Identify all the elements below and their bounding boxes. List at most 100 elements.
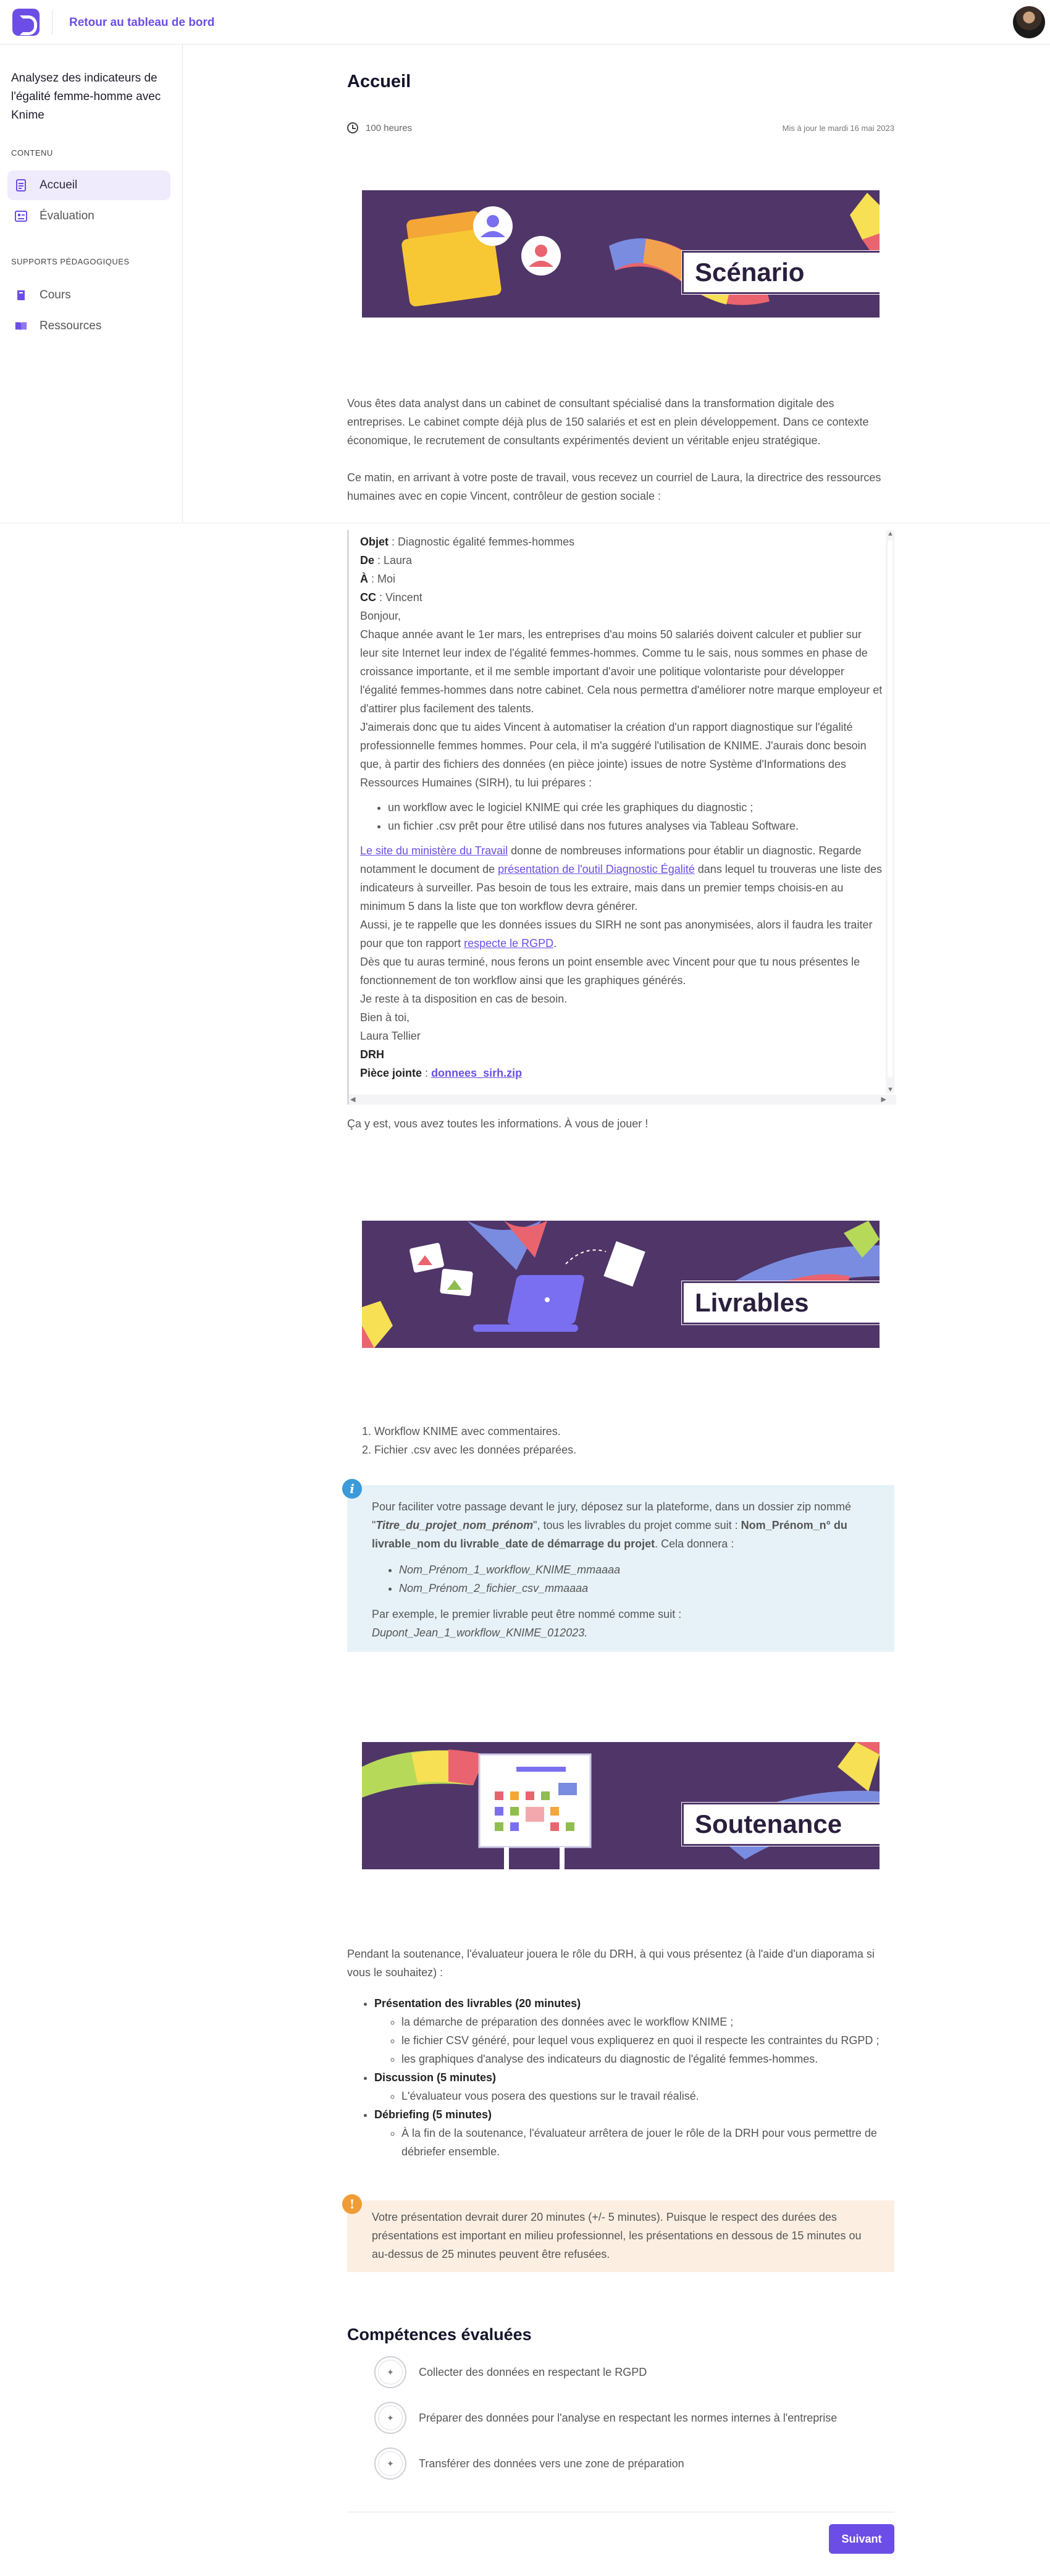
- banner-livrables: Livrables: [362, 1221, 880, 1348]
- scroll-up-icon[interactable]: ▲: [887, 530, 894, 537]
- back-to-dashboard-link[interactable]: Retour au tableau de bord: [69, 16, 214, 30]
- sidebar-item-cours[interactable]: Cours: [7, 280, 170, 310]
- section-label-support: SUPPORTS PÉDAGOGIQUES: [11, 257, 130, 266]
- banner-label: Livrables: [681, 1281, 880, 1325]
- email-signature-role: DRH: [360, 1045, 883, 1064]
- soutenance-subitem: À la fin de la soutenance, l'évaluateur …: [401, 2124, 894, 2161]
- deliverables-list: Workflow KNIME avec commentaires. Fichie…: [347, 1422, 894, 1459]
- email-from-label: De: [360, 554, 375, 566]
- duration-text: 100 heures: [366, 122, 413, 133]
- competence-label: Collecter des données en respectant le R…: [419, 2365, 647, 2378]
- email-from-line: De : Laura: [360, 551, 883, 570]
- sidebar-item-accueil[interactable]: Accueil: [7, 170, 170, 200]
- info-callout: i Pour faciliter votre passage devant le…: [342, 1479, 894, 1652]
- section-label-content: CONTENU: [11, 148, 53, 158]
- competence-badge-icon: ✦: [374, 2448, 406, 2480]
- email-paragraph: Bien à toi,: [360, 1011, 410, 1024]
- horizontal-scrollbar[interactable]: ◀ ▶: [349, 1095, 896, 1105]
- email-to-label: À: [360, 573, 368, 585]
- diagnostic-link[interactable]: présentation de l'outil Diagnostic Égali…: [498, 863, 695, 875]
- updated-date: Mis à jour le mardi 16 mai 2023: [782, 124, 894, 133]
- email-from: : Laura: [374, 554, 413, 566]
- competence-label: Transférer des données vers une zone de …: [419, 2457, 684, 2470]
- banner-label: Scénario: [681, 250, 880, 295]
- email-subject-line: Objet : Diagnostic égalité femmes-hommes: [360, 532, 883, 551]
- info-paragraph-2: Par exemple, le premier livrable peut êt…: [372, 1605, 872, 1642]
- sidebar-item-label: Cours: [40, 288, 71, 301]
- attachment-label: Pièce jointe: [360, 1067, 422, 1079]
- user-avatar[interactable]: [1013, 6, 1045, 38]
- ministere-link[interactable]: Le site du ministère du Travail: [360, 844, 508, 857]
- scroll-right-icon[interactable]: ▶: [881, 1095, 886, 1103]
- email-paragraph: Chaque année avant le 1er mars, les entr…: [360, 628, 883, 715]
- info-text: Par exemple, le premier livrable peut êt…: [372, 1608, 682, 1620]
- info-examples: Nom_Prénom_1_workflow_KNIME_mmaaaa Nom_P…: [399, 1560, 872, 1597]
- email-paragraph: Le site du ministère du Travail donne de…: [360, 841, 883, 915]
- next-button[interactable]: Suivant: [829, 2524, 894, 2554]
- info-example: Nom_Prénom_1_workflow_KNIME_mmaaaa: [399, 1564, 621, 1576]
- soutenance-subitem: L'évaluateur vous posera des questions s…: [401, 2087, 894, 2105]
- warning-callout: ! Votre présentation devrait durer 20 mi…: [342, 2194, 894, 2272]
- info-example: Nom_Prénom_2_fichier_csv_mmaaaa: [399, 1582, 589, 1594]
- scroll-left-icon[interactable]: ◀: [350, 1095, 355, 1103]
- meta-row: 100 heures Mis à jour le mardi 16 mai 20…: [347, 122, 894, 137]
- after-email-text: Ça y est, vous avez toutes les informati…: [347, 1118, 649, 1130]
- info-example-name: Dupont_Jean_1_workflow_KNIME_012023.: [372, 1627, 588, 1639]
- attachment-link[interactable]: donnees_sirh.zip: [431, 1067, 522, 1079]
- soutenance-item: Présentation des livrables (20 minutes) …: [374, 1994, 894, 2068]
- soutenance-item-title: Débriefing (5 minutes): [374, 2108, 492, 2121]
- email-to-line: À : Moi: [360, 570, 883, 588]
- openclassrooms-logo[interactable]: [12, 9, 40, 36]
- sidebar-item-ressources[interactable]: Ressources: [7, 311, 170, 341]
- sidebar-item-label: Ressources: [40, 319, 102, 332]
- competences-title: Compétences évaluées: [347, 2325, 532, 2344]
- competence-label: Préparer des données pour l'analyse en r…: [419, 2411, 838, 2424]
- info-paragraph: Pour faciliter votre passage devant le j…: [372, 1497, 872, 1553]
- info-text: ", tous les livrables du projet comme su…: [533, 1519, 741, 1531]
- sidebar-item-evaluation[interactable]: Évaluation: [7, 201, 170, 231]
- email-text: Aussi, je te rappelle que les données is…: [360, 919, 873, 949]
- sidebar: Analysez des indicateurs de l'égalité fe…: [0, 44, 183, 523]
- email-paragraph: Aussi, je te rappelle que les données is…: [360, 915, 883, 953]
- competence-badge-icon: ✦: [374, 2402, 406, 2434]
- info-icon: i: [342, 1479, 362, 1499]
- soutenance-subitem: la démarche de préparation des données a…: [401, 2013, 894, 2031]
- top-bar: Retour au tableau de bord: [0, 0, 1050, 44]
- competence-item: ✦ Collecter des données en respectant le…: [374, 2355, 881, 2389]
- soutenance-subitem: les graphiques d'analyse des indicateurs…: [401, 2050, 894, 2068]
- email-cc: : Vincent: [376, 591, 422, 604]
- soutenance-item-title: Discussion (5 minutes): [374, 2071, 497, 2084]
- vertical-scrollbar[interactable]: ▲ ▼: [886, 530, 894, 1093]
- soutenance-item-title: Présentation des livrables (20 minutes): [374, 1997, 581, 2010]
- sidebar-item-label: Évaluation: [40, 209, 94, 222]
- email-paragraph: Dès que tu auras terminé, nous ferons un…: [360, 956, 860, 987]
- clock-icon: [347, 122, 358, 133]
- quiz-icon: [15, 210, 27, 222]
- soutenance-item: Discussion (5 minutes) L'évaluateur vous…: [374, 2068, 894, 2105]
- book-icon: [15, 289, 27, 301]
- email-role: DRH: [360, 1048, 384, 1061]
- email-paragraph: J'aimerais donc que tu aides Vincent à a…: [360, 721, 867, 789]
- info-folder-name: Titre_du_projet_nom_prénom: [376, 1519, 534, 1531]
- rgpd-link[interactable]: respecte le RGPD: [464, 937, 553, 949]
- email-greeting: Bonjour,: [360, 610, 401, 622]
- document-icon: [15, 179, 27, 192]
- soutenance-item: Débriefing (5 minutes) À la fin de la so…: [374, 2105, 894, 2161]
- book-open-icon: [15, 320, 27, 332]
- email-box[interactable]: Objet : Diagnostic égalité femmes-hommes…: [347, 530, 896, 1105]
- scrollbar-thumb[interactable]: [888, 540, 892, 1077]
- soutenance-list: Présentation des livrables (20 minutes) …: [347, 1994, 894, 2161]
- deliverable-item: Workflow KNIME avec commentaires.: [374, 1422, 894, 1441]
- attachment-sep: :: [422, 1067, 432, 1079]
- info-content: Pour faciliter votre passage devant le j…: [372, 1497, 872, 1642]
- email-cc-label: CC: [360, 591, 376, 604]
- page-title: Accueil: [347, 72, 411, 91]
- info-text: . Cela donnera :: [655, 1538, 734, 1550]
- warning-icon: !: [342, 2194, 362, 2214]
- competence-badge-icon: ✦: [374, 2356, 406, 2388]
- soutenance-intro: Pendant la soutenance, l'évaluateur joue…: [347, 1948, 875, 1979]
- email-bullets: un workflow avec le logiciel KNIME qui c…: [388, 798, 883, 835]
- competence-item: ✦ Transférer des données vers une zone d…: [374, 2446, 881, 2481]
- intro-paragraph-2: Ce matin, en arrivant à votre poste de t…: [347, 471, 881, 502]
- scroll-down-icon[interactable]: ▼: [887, 1086, 894, 1093]
